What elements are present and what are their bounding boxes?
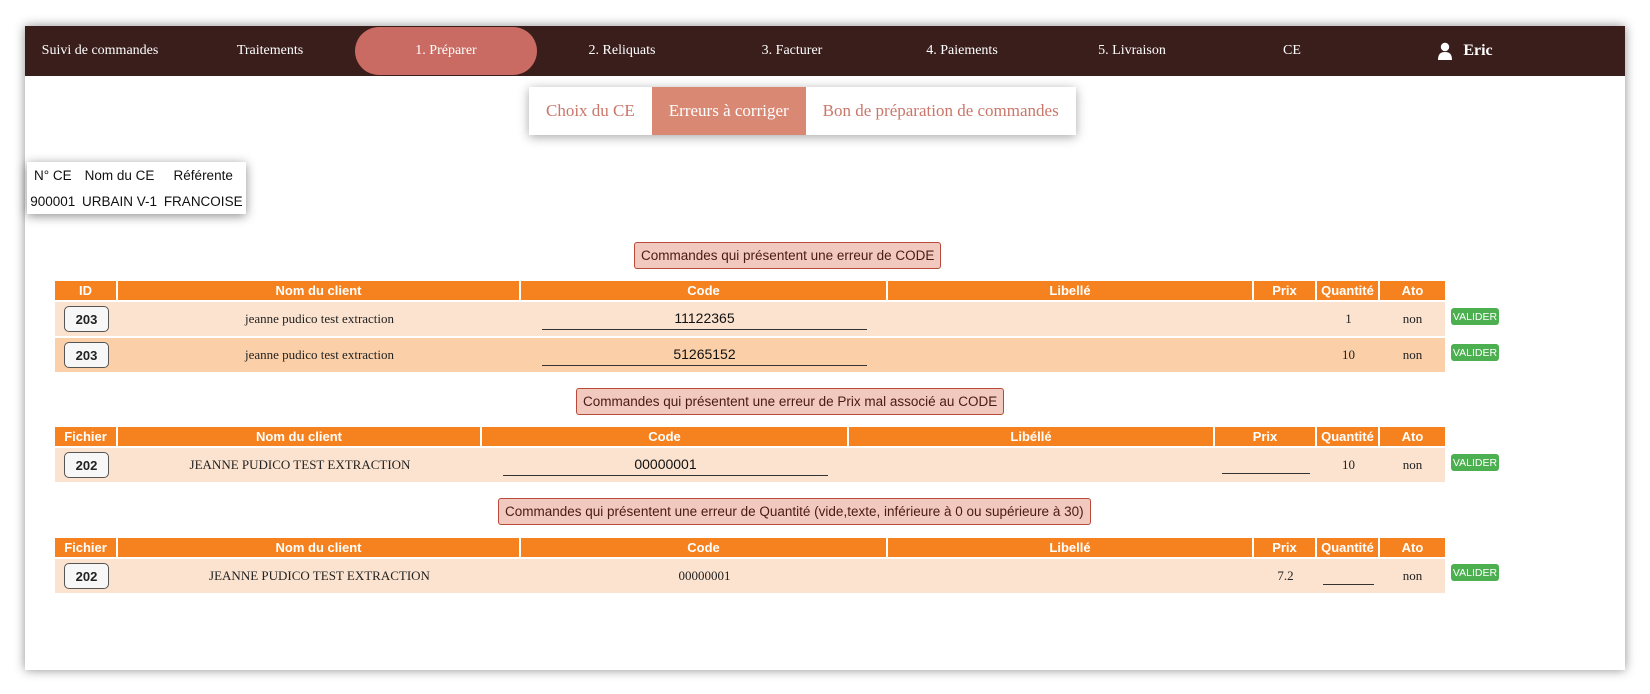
nav-preparer[interactable]: 1. Préparer [355,27,537,75]
libelle [888,338,1254,372]
tab-choix-ce[interactable]: Choix du CE [529,87,652,135]
table-row: 202 JEANNE PUDICO TEST EXTRACTION 000000… [55,559,1445,593]
quantite: 10 [1342,347,1355,362]
client-name: jeanne pudico test extraction [244,311,395,326]
code: 00000001 [678,568,731,583]
valider-button[interactable]: VALIDER [1451,308,1499,325]
prix [1254,302,1317,336]
col-fichier: Fichier [55,427,118,446]
nav-paiements[interactable]: 4. Paiements [877,26,1047,76]
code-error-table: ID Nom du client Code Libellé Prix Quant… [55,281,1445,372]
valider-button[interactable]: VALIDER [1451,344,1499,361]
user-icon [1438,42,1453,60]
client-name: jeanne pudico test extraction [244,347,395,362]
col-prix: Prix [1215,427,1317,446]
tab-erreurs-a-corriger[interactable]: Erreurs à corriger [651,87,806,135]
col-ato: Ato [1401,429,1424,444]
quantite: 10 [1342,457,1355,472]
ce-info-table: N° CE Nom du CE Référente 900001 URBAIN … [27,162,246,214]
libelle [888,302,1254,336]
ato: non [1402,311,1423,326]
prix-error-table-header: Fichier Nom du client Code Libéllé Prix … [55,427,1445,446]
code-input[interactable] [542,308,867,330]
ce-referente: FRANCOISE [163,193,243,209]
col-fichier: Fichier [55,538,118,557]
quantite-input[interactable] [1323,567,1374,585]
col-code: Code [521,281,888,300]
col-nom-client: Nom du client [118,427,482,446]
file-id-button[interactable]: 202 [64,452,109,478]
libelle [888,559,1254,593]
client-name: JEANNE PUDICO TEST EXTRACTION [209,568,430,583]
prix: 7.2 [1277,568,1294,583]
nav-facturer[interactable]: 3. Facturer [707,26,877,76]
ce-header-referente: Référente [173,167,233,183]
col-nom-client: Nom du client [118,281,521,300]
col-code: Code [521,538,888,557]
col-code: Code [482,427,849,446]
quantite: 1 [1345,311,1352,326]
app-frame: Suivi de commandes Traitements 1. Prépar… [25,26,1625,670]
code-error-table-header: ID Nom du client Code Libellé Prix Quant… [55,281,1445,300]
nav-ce[interactable]: CE [1217,26,1367,76]
col-prix: Prix [1254,538,1317,557]
prix-input[interactable] [1222,456,1310,474]
ce-numero: 900001 [30,193,76,209]
col-ato: Ato [1401,283,1424,298]
col-libelle: Libellé [888,281,1254,300]
col-libelle: Libellé [888,538,1254,557]
valider-button[interactable]: VALIDER [1451,564,1499,581]
col-prix: Prix [1254,281,1317,300]
prix [1254,338,1317,372]
col-quantite: Quantité [1317,538,1380,557]
col-libelle: Libéllé [849,427,1215,446]
ce-header-numero: N° CE [33,167,72,183]
ce-nom: URBAIN V-1 [81,193,157,209]
col-nom-client: Nom du client [118,538,521,557]
col-quantite: Quantité [1317,281,1380,300]
tab-bon-preparation[interactable]: Bon de préparation de commandes [806,87,1076,135]
valider-button[interactable]: VALIDER [1451,454,1499,471]
user-name: Eric [1463,42,1493,59]
code-input[interactable] [503,454,828,476]
table-row: 203 jeanne pudico test extraction 10 non [55,338,1445,372]
section-quantite-error-title: Commandes qui présentent une erreur de Q… [498,498,1091,525]
ato: non [1402,347,1423,362]
nav-reliquats[interactable]: 2. Reliquats [537,26,707,76]
prix-error-table: Fichier Nom du client Code Libéllé Prix … [55,427,1445,482]
sub-tabs: Choix du CE Erreurs à corriger Bon de pr… [529,87,1076,135]
top-nav: Suivi de commandes Traitements 1. Prépar… [25,26,1625,76]
col-quantite: Quantité [1317,427,1380,446]
nav-traitements[interactable]: Traitements [185,26,355,76]
order-id-button[interactable]: 203 [64,306,109,332]
user-menu[interactable]: Eric [1420,26,1510,76]
ato: non [1402,457,1423,472]
ato: non [1402,568,1423,583]
col-id: ID [55,281,118,300]
col-ato: Ato [1401,540,1424,555]
libelle [849,448,1215,482]
quantite-error-table: Fichier Nom du client Code Libellé Prix … [55,538,1445,593]
nav-livraison[interactable]: 5. Livraison [1047,26,1217,76]
file-id-button[interactable]: 202 [64,563,109,589]
table-row: 203 jeanne pudico test extraction 1 non [55,302,1445,336]
client-name: JEANNE PUDICO TEST EXTRACTION [189,457,411,472]
ce-header-nom: Nom du CE [84,167,155,183]
table-row: 202 JEANNE PUDICO TEST EXTRACTION 10 non [55,448,1445,482]
ce-info-box: N° CE Nom du CE Référente 900001 URBAIN … [27,162,246,214]
nav-suivi-commandes[interactable]: Suivi de commandes [25,26,175,76]
section-code-error-title: Commandes qui présentent une erreur de C… [634,242,942,269]
order-id-button[interactable]: 203 [64,342,109,368]
code-input[interactable] [542,344,867,366]
section-prix-error-title: Commandes qui présentent une erreur de P… [576,388,1005,415]
quantite-error-table-header: Fichier Nom du client Code Libellé Prix … [55,538,1445,557]
